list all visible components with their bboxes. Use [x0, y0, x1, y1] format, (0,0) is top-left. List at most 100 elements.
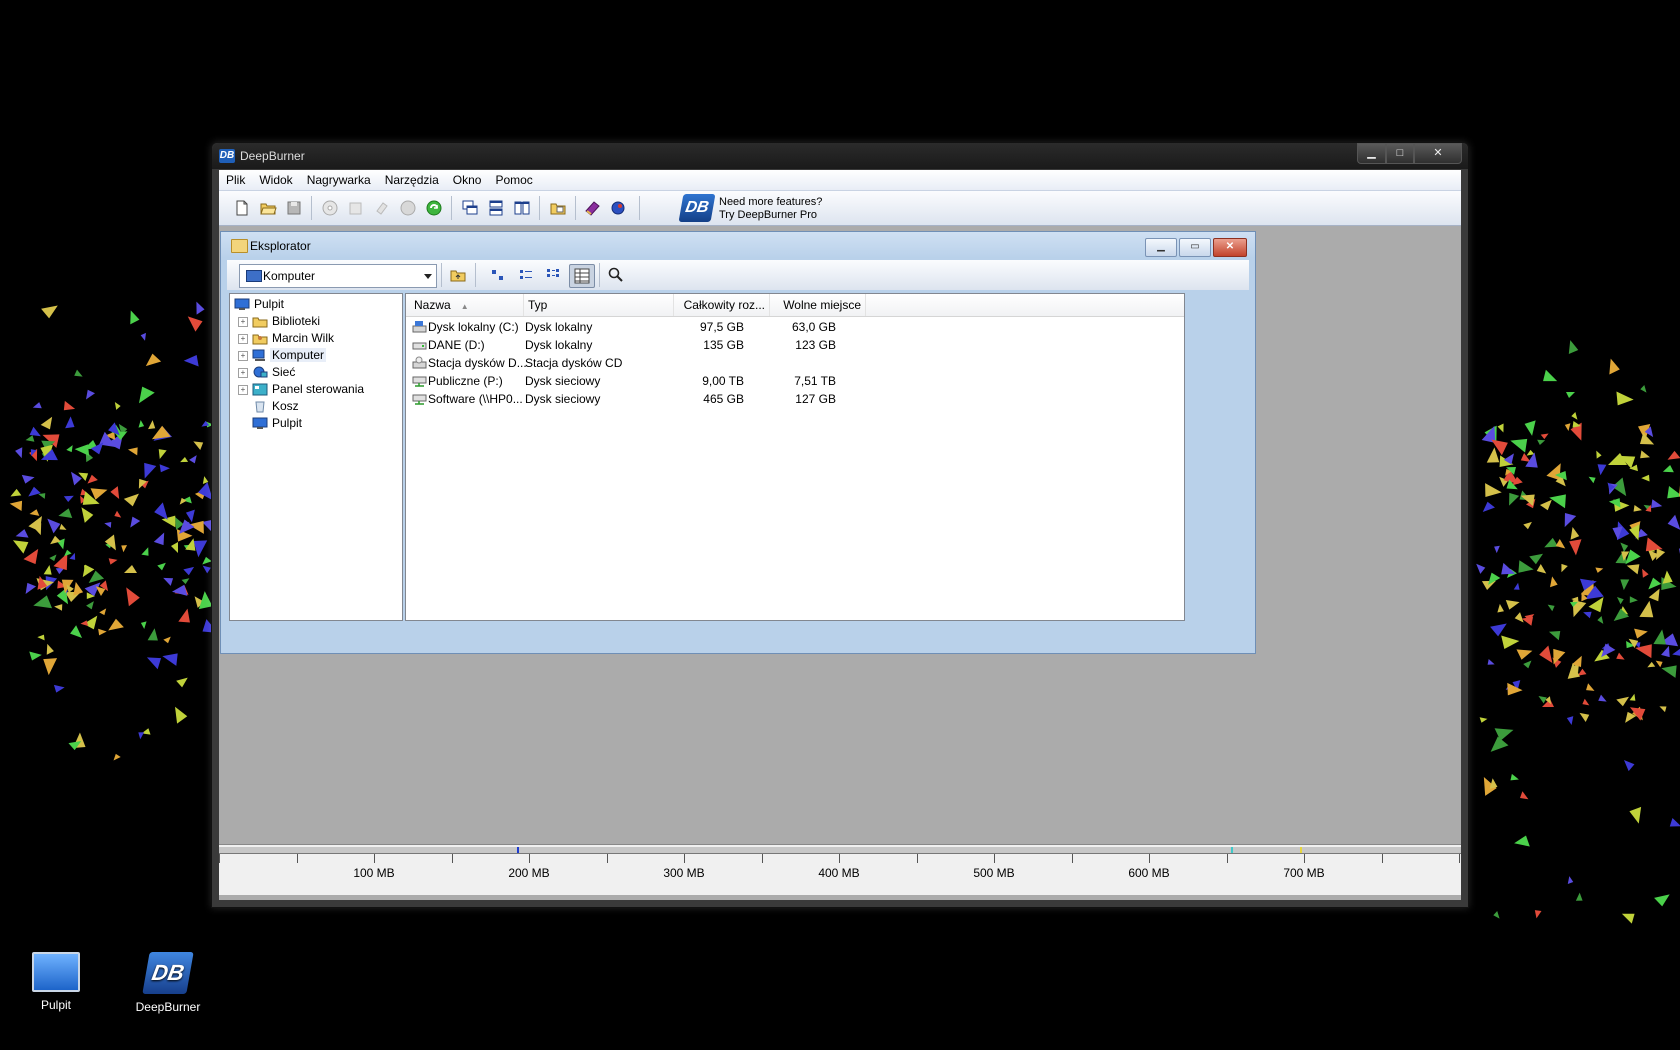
- large-icons-view-icon[interactable]: [489, 266, 507, 284]
- desktop-monitor-icon: [32, 952, 80, 992]
- confetti-piece: [136, 458, 157, 479]
- list-item[interactable]: Software (\\HP0... Dysk sieciowy 465 GB 127…: [406, 390, 866, 408]
- help-book-icon[interactable]: [583, 199, 601, 217]
- confetti-piece: [176, 677, 190, 689]
- tree-node[interactable]: Pulpit: [234, 296, 284, 313]
- tree-node[interactable]: Kosz: [252, 398, 299, 415]
- confetti-piece: [1580, 698, 1590, 708]
- confetti-piece: [1662, 570, 1676, 587]
- menu-widok[interactable]: Widok: [252, 170, 299, 190]
- open-project-icon[interactable]: [259, 199, 277, 217]
- promo-deepburner-pro[interactable]: DB Need more features? Try DeepBurner Pr…: [678, 194, 841, 222]
- confetti-piece: [157, 562, 168, 571]
- expand-icon[interactable]: +: [238, 385, 248, 395]
- explorer-title: Eksplorator: [250, 239, 311, 253]
- tree-node[interactable]: + Marcin Wilk: [238, 330, 334, 347]
- list-item[interactable]: Publiczne (P:) Dysk sieciowy 9,00 TB 7,51 T…: [406, 372, 866, 390]
- list-view-icon[interactable]: [545, 266, 563, 284]
- folder-up-icon[interactable]: [449, 266, 467, 284]
- explorer-titlebar[interactable]: Eksplorator ▁ ▭ ✕: [221, 232, 1255, 258]
- confetti-piece: [41, 449, 59, 461]
- explorer-folder-icon[interactable]: [549, 199, 567, 217]
- confetti-piece: [153, 532, 171, 549]
- menu-plik[interactable]: Plik: [219, 170, 252, 190]
- confetti-piece: [193, 436, 206, 450]
- cell-type: Stacja dysków CD: [525, 356, 623, 370]
- tree-node[interactable]: + Sieć: [238, 364, 295, 381]
- small-icons-view-icon[interactable]: [517, 266, 535, 284]
- erase-icon[interactable]: [373, 199, 391, 217]
- column-header-name[interactable]: Nazwa ▲: [406, 294, 524, 316]
- menu-pomoc[interactable]: Pomoc: [488, 170, 539, 190]
- tree-node-selected[interactable]: + Komputer: [238, 347, 327, 364]
- confetti-piece: [157, 464, 171, 475]
- confetti-piece: [1486, 733, 1509, 752]
- column-header-type[interactable]: Typ: [524, 294, 674, 316]
- confetti-piece: [1568, 339, 1579, 355]
- confetti-piece: [1616, 696, 1631, 708]
- confetti-piece: [1665, 514, 1680, 534]
- explorer-close-button[interactable]: ✕: [1213, 238, 1247, 257]
- menu-okno[interactable]: Okno: [446, 170, 489, 190]
- confetti-piece: [1522, 418, 1536, 437]
- copy-disc-icon[interactable]: [347, 199, 365, 217]
- confetti-piece: [1547, 602, 1556, 612]
- window-title: DeepBurner: [240, 149, 305, 163]
- confetti-piece: [1489, 623, 1509, 638]
- save-icon[interactable]: [285, 199, 303, 217]
- desktop-icon-pulpit[interactable]: Pulpit: [16, 952, 96, 1012]
- list-item[interactable]: Stacja dysków D... Stacja dysków CD: [406, 354, 866, 372]
- tile-vertical-icon[interactable]: [513, 199, 531, 217]
- maximize-button[interactable]: □: [1386, 143, 1414, 164]
- burn-icon[interactable]: [321, 199, 339, 217]
- confetti-piece: [32, 401, 42, 409]
- confetti-piece: [1522, 660, 1534, 670]
- menu-bar: Plik Widok Nagrywarka Narzędzia Okno Pom…: [219, 170, 1461, 191]
- close-button[interactable]: ✕: [1414, 143, 1462, 164]
- menu-nagrywarka[interactable]: Nagrywarka: [300, 170, 378, 190]
- desktop-icon-deepburner[interactable]: DB DeepBurner: [128, 952, 208, 1014]
- confetti-piece: [1672, 542, 1680, 566]
- confetti-piece: [1616, 594, 1625, 604]
- menu-narzedzia[interactable]: Narzędzia: [378, 170, 446, 190]
- disc-info-icon[interactable]: [399, 199, 417, 217]
- column-header-free[interactable]: Wolne miejsce: [770, 294, 866, 316]
- details-view-icon[interactable]: [569, 264, 595, 288]
- ruler-tick: [529, 854, 530, 863]
- refresh-icon[interactable]: [425, 199, 443, 217]
- about-globe-icon[interactable]: [609, 199, 627, 217]
- minimize-button[interactable]: ▁: [1357, 143, 1386, 164]
- explorer-minimize-button[interactable]: ▁: [1145, 238, 1177, 257]
- expand-icon[interactable]: +: [238, 317, 248, 327]
- confetti-piece: [1565, 714, 1574, 725]
- confetti-piece: [1570, 601, 1579, 607]
- new-project-icon[interactable]: [233, 199, 251, 217]
- confetti-piece: [65, 416, 79, 432]
- cascade-windows-icon[interactable]: [461, 199, 479, 217]
- ruler-tick: [761, 854, 763, 863]
- explorer-maximize-button[interactable]: ▭: [1179, 238, 1211, 257]
- confetti-piece: [1616, 576, 1630, 591]
- tile-horizontal-icon[interactable]: [487, 199, 505, 217]
- location-combobox[interactable]: Komputer: [239, 264, 437, 288]
- explorer-window: Eksplorator ▁ ▭ ✕ Komputer Pulpit + Bibl…: [220, 231, 1256, 654]
- expand-icon[interactable]: +: [238, 351, 248, 361]
- window-titlebar[interactable]: DB DeepBurner ▁ □ ✕: [212, 143, 1468, 169]
- expand-icon[interactable]: +: [238, 368, 248, 378]
- confetti-piece: [139, 620, 148, 630]
- column-header-total[interactable]: Całkowity roz...: [674, 294, 770, 316]
- search-icon[interactable]: [607, 266, 625, 284]
- system-drive-icon: [412, 321, 427, 333]
- sort-ascending-icon: ▲: [460, 302, 469, 311]
- tree-node[interactable]: Pulpit: [252, 415, 302, 432]
- confetti-piece: [1540, 433, 1550, 440]
- cell-type: Dysk sieciowy: [525, 374, 601, 388]
- expand-icon[interactable]: +: [238, 334, 248, 344]
- tree-node[interactable]: + Biblioteki: [238, 313, 320, 330]
- ruler-label: 400 MB: [818, 866, 860, 880]
- list-item[interactable]: DANE (D:) Dysk lokalny 135 GB 123 GB: [406, 336, 866, 354]
- confetti-piece: [1538, 369, 1558, 388]
- tree-node[interactable]: + Panel sterowania: [238, 381, 364, 398]
- list-item[interactable]: Dysk lokalny (C:) Dysk lokalny 97,5 GB 63,0…: [406, 318, 866, 336]
- tree-node-label: Pulpit: [254, 297, 285, 311]
